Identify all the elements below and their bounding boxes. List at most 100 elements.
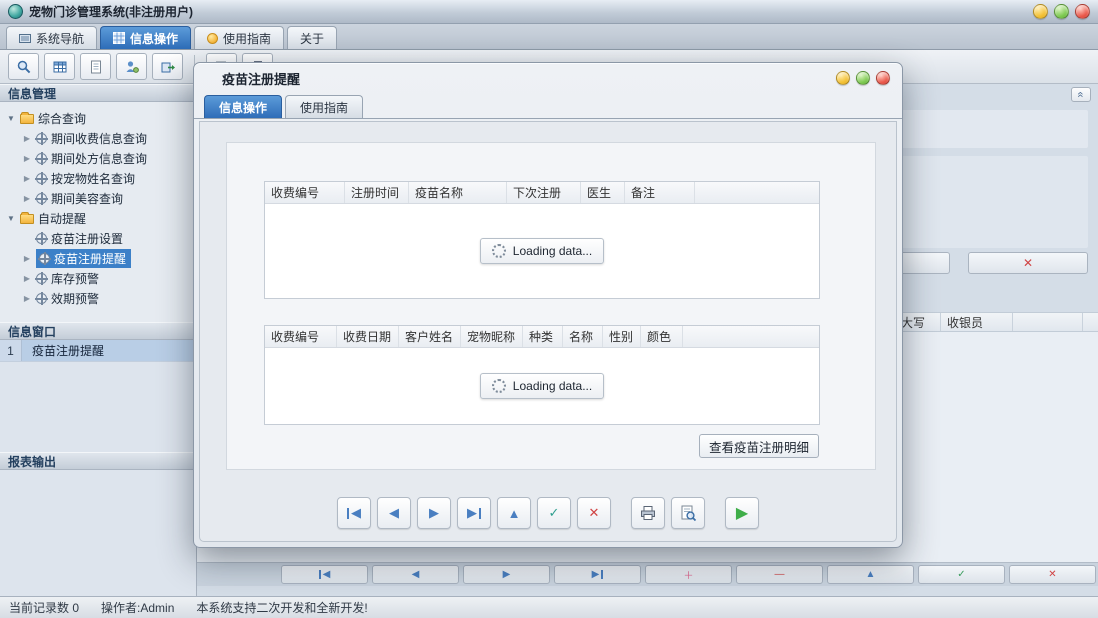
dialog-tab-user-guide[interactable]: 使用指南 bbox=[285, 95, 363, 118]
chevron-right-icon[interactable]: ▶ bbox=[22, 254, 32, 263]
folder-icon bbox=[20, 114, 34, 124]
app-window: 宠物门诊管理系统(非注册用户) 系统导航 信息操作 使用指南 bbox=[0, 0, 1098, 618]
search-button[interactable] bbox=[8, 53, 39, 80]
export-icon bbox=[160, 59, 176, 75]
chevron-right-icon[interactable]: ▶ bbox=[22, 154, 32, 163]
post-record-button[interactable]: ✓ bbox=[918, 565, 1005, 584]
customer-pets-grid[interactable]: 收费编号 收费日期 客户姓名 宠物昵称 种类 名称 性别 颜色 Loading bbox=[264, 325, 820, 425]
vaccine-registrations-grid[interactable]: 收费编号 注册时间 疫苗名称 下次注册 医生 备注 Loading data..… bbox=[264, 181, 820, 299]
last-record-button[interactable]: ▶ bbox=[457, 497, 491, 529]
delete-record-button[interactable]: — bbox=[736, 565, 823, 584]
tree-item-vaccine-registration-settings[interactable]: 疫苗注册设置 bbox=[0, 228, 196, 248]
tree-item-expiry-warning[interactable]: ▶ 效期预警 bbox=[0, 288, 196, 308]
chevron-right-icon[interactable]: ▶ bbox=[22, 134, 32, 143]
column-header[interactable]: 宠物昵称 bbox=[461, 326, 523, 347]
column-header[interactable]: 疫苗名称 bbox=[409, 182, 507, 203]
vaccine-reminder-dialog: 疫苗注册提醒 信息操作 使用指南 收费编号 注册时间 疫苗名称 下次注册 医 bbox=[193, 62, 903, 548]
tree-item-stock-warning[interactable]: ▶ 库存预警 bbox=[0, 268, 196, 288]
column-header[interactable]: 收费编号 bbox=[265, 326, 337, 347]
minimize-button[interactable] bbox=[1033, 4, 1048, 19]
chevron-down-icon[interactable]: ▼ bbox=[6, 214, 16, 223]
operators-button[interactable] bbox=[116, 53, 147, 80]
column-header[interactable]: 种类 bbox=[523, 326, 563, 347]
tab-system-nav[interactable]: 系统导航 bbox=[6, 26, 97, 49]
tree-folder-combined-query[interactable]: ▼ 综合查询 bbox=[0, 108, 196, 128]
next-record-button[interactable]: ▶ bbox=[463, 565, 550, 584]
chevron-right-icon[interactable]: ▶ bbox=[22, 194, 32, 203]
dialog-title: 疫苗注册提醒 bbox=[222, 69, 300, 88]
post-record-button[interactable]: ✓ bbox=[537, 497, 571, 529]
spinner-icon bbox=[492, 379, 506, 393]
print-preview-button[interactable] bbox=[671, 497, 705, 529]
maximize-button[interactable] bbox=[1054, 4, 1069, 19]
cancel-button[interactable]: ✕ bbox=[968, 252, 1088, 274]
tree-item-period-grooming-query[interactable]: ▶ 期间美容查询 bbox=[0, 188, 196, 208]
dialog-tab-info-operations[interactable]: 信息操作 bbox=[204, 95, 282, 118]
table-icon bbox=[52, 59, 68, 75]
status-message: 本系统支持二次开发和全新开发! bbox=[196, 599, 367, 616]
column-header[interactable]: 收费日期 bbox=[337, 326, 399, 347]
selected-tree-item[interactable]: 疫苗注册提醒 bbox=[36, 249, 131, 268]
column-header-cashier[interactable]: 收银员 bbox=[940, 313, 1012, 331]
x-icon: ✕ bbox=[589, 505, 600, 521]
collapse-panel-button[interactable]: » bbox=[1071, 87, 1091, 102]
run-button[interactable]: ▶ bbox=[725, 497, 759, 529]
tree-item-period-prescription-query[interactable]: ▶ 期间处方信息查询 bbox=[0, 148, 196, 168]
up-icon: ▲ bbox=[866, 569, 876, 580]
next-record-button[interactable]: ▶ bbox=[417, 497, 451, 529]
dialog-title-bar[interactable]: 疫苗注册提醒 bbox=[194, 63, 902, 93]
tree-item-pet-name-query[interactable]: ▶ 按宠物姓名查询 bbox=[0, 168, 196, 188]
previous-record-button[interactable]: ◀ bbox=[377, 497, 411, 529]
tab-label: 关于 bbox=[300, 30, 324, 47]
tab-info-operations[interactable]: 信息操作 bbox=[100, 26, 191, 49]
tab-about[interactable]: 关于 bbox=[287, 26, 337, 49]
column-header[interactable]: 名称 bbox=[563, 326, 603, 347]
column-header-empty[interactable] bbox=[1012, 313, 1082, 331]
cancel-record-button[interactable]: ✕ bbox=[577, 497, 611, 529]
dialog-maximize-button[interactable] bbox=[856, 71, 870, 85]
chevron-right-icon[interactable]: ▶ bbox=[22, 274, 32, 283]
last-icon: ▶ bbox=[467, 505, 477, 521]
edit-record-button[interactable]: ▲ bbox=[827, 565, 914, 584]
view-registration-details-button[interactable]: 查看疫苗注册明细 bbox=[699, 434, 819, 458]
print-button[interactable] bbox=[631, 497, 665, 529]
column-header-empty[interactable] bbox=[1082, 313, 1098, 331]
insert-record-button[interactable]: ＋ bbox=[645, 565, 732, 584]
column-header[interactable]: 颜色 bbox=[641, 326, 683, 347]
first-record-button[interactable]: ◀ bbox=[281, 565, 368, 584]
chevron-right-icon[interactable]: ▶ bbox=[22, 174, 32, 183]
column-header[interactable]: 下次注册 bbox=[507, 182, 581, 203]
document-button[interactable] bbox=[80, 53, 111, 80]
last-record-button[interactable]: ▶ bbox=[554, 565, 641, 584]
column-header[interactable]: 客户姓名 bbox=[399, 326, 461, 347]
dialog-minimize-button[interactable] bbox=[836, 71, 850, 85]
window-list-item[interactable]: 1 疫苗注册提醒 bbox=[0, 340, 196, 362]
column-header[interactable]: 收费编号 bbox=[265, 182, 345, 203]
window-list-index: 1 bbox=[0, 340, 22, 361]
table-view-button[interactable] bbox=[44, 53, 75, 80]
tree-folder-auto-reminder[interactable]: ▼ 自动提醒 bbox=[0, 208, 196, 228]
report-output-area bbox=[0, 470, 196, 596]
column-header[interactable]: 备注 bbox=[625, 182, 695, 203]
previous-record-button[interactable]: ◀ bbox=[372, 565, 459, 584]
first-icon bbox=[347, 508, 349, 519]
record-navigator-bar: ◀ ◀ ▶ ▶ ＋ — ▲ ✓ ✕ bbox=[197, 562, 1098, 586]
export-button[interactable] bbox=[152, 53, 183, 80]
close-button[interactable] bbox=[1075, 4, 1090, 19]
tab-user-guide[interactable]: 使用指南 bbox=[194, 26, 284, 49]
edit-record-button[interactable]: ▲ bbox=[497, 497, 531, 529]
tree-item-vaccine-registration-reminder[interactable]: ▶ 疫苗注册提醒 bbox=[0, 248, 196, 268]
x-icon: ✕ bbox=[1023, 256, 1033, 270]
column-header[interactable]: 医生 bbox=[581, 182, 625, 203]
column-header-filler bbox=[683, 326, 819, 347]
first-record-button[interactable]: ◀ bbox=[337, 497, 371, 529]
operator-label: 操作者:Admin bbox=[101, 599, 174, 616]
column-header[interactable]: 性别 bbox=[603, 326, 641, 347]
cancel-record-button[interactable]: ✕ bbox=[1009, 565, 1096, 584]
dialog-close-button[interactable] bbox=[876, 71, 890, 85]
loading-indicator: Loading data... bbox=[480, 238, 604, 264]
chevron-right-icon[interactable]: ▶ bbox=[22, 294, 32, 303]
tree-item-period-fee-query[interactable]: ▶ 期间收费信息查询 bbox=[0, 128, 196, 148]
column-header[interactable]: 注册时间 bbox=[345, 182, 409, 203]
chevron-down-icon[interactable]: ▼ bbox=[6, 114, 16, 123]
